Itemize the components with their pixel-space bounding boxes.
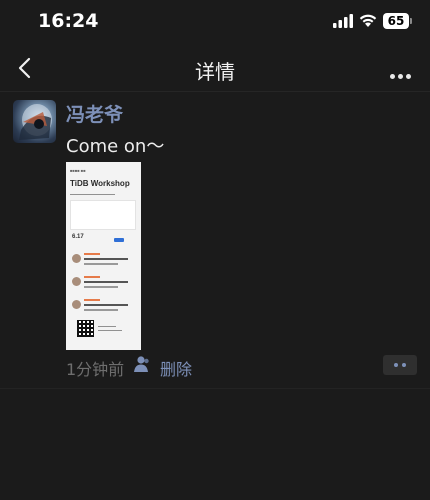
battery-level: 65 [383, 13, 409, 29]
divider [0, 388, 430, 389]
page-title: 详情 [195, 60, 235, 84]
image-subtitle: ▬▬▬▬▬▬▬▬▬▬▬▬▬▬▬ [70, 192, 115, 196]
status-bar: 16:24 65 [0, 0, 430, 44]
image-row [70, 296, 136, 318]
qr-code [77, 320, 94, 337]
battery-icon: 65 [383, 13, 413, 29]
post-image[interactable]: ■■■■ ■■ TiDB Workshop ▬▬▬▬▬▬▬▬▬▬▬▬▬▬▬ 6.… [66, 162, 141, 350]
image-card [70, 200, 136, 230]
image-badge [114, 238, 124, 242]
battery-cap [410, 18, 412, 24]
post-text: Come on～ [66, 136, 165, 157]
username[interactable]: 冯老爷 [66, 100, 123, 127]
image-footer: ▬▬▬▬▬▬ ▬▬▬▬▬▬▬▬ [98, 324, 122, 332]
post-time: 1分钟前 [66, 360, 125, 379]
avatar[interactable] [13, 100, 56, 143]
image-row [70, 273, 136, 295]
delete-button[interactable]: 删除 [160, 356, 192, 380]
avatar-image [19, 104, 52, 140]
more-horizontal-icon[interactable] [390, 66, 416, 79]
more-dots-icon[interactable] [383, 355, 417, 375]
wifi-icon [359, 14, 377, 27]
image-row [70, 250, 136, 272]
nav-bar: 详情 [0, 44, 430, 92]
status-time: 16:24 [38, 10, 99, 32]
image-brand: ■■■■ ■■ [70, 168, 86, 173]
signal-icon [333, 14, 353, 28]
image-date: 6.17 [72, 234, 84, 240]
user-icon [134, 356, 149, 372]
image-title: TiDB Workshop [70, 179, 130, 188]
